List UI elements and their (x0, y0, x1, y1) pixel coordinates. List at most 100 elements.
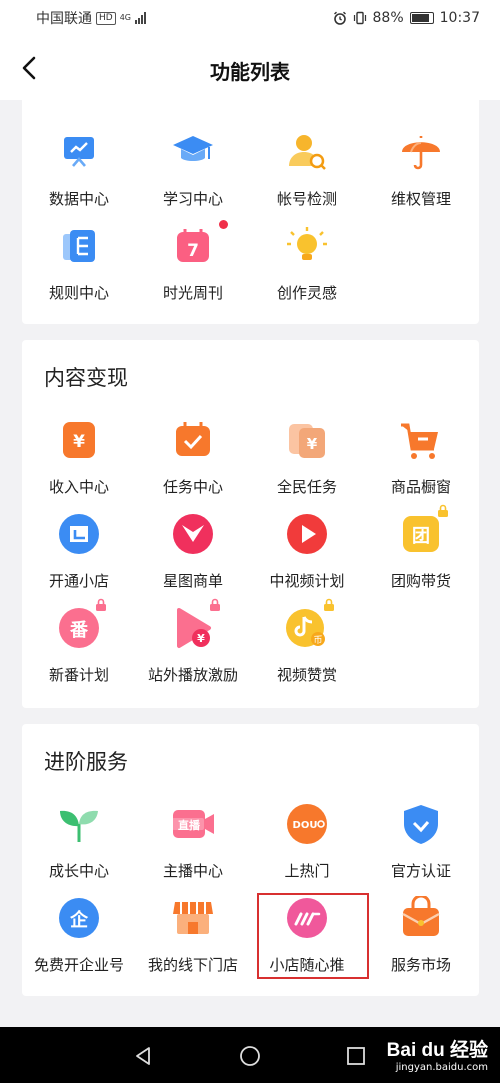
status-bar: 中国联通 HD 4G 88% 10:37 (0, 0, 500, 36)
grid-item-label: 我的线下门店 (147, 956, 238, 974)
svg-text:¥: ¥ (197, 632, 205, 645)
star-map-icon (173, 514, 213, 554)
svg-text:直播: 直播 (178, 818, 201, 832)
nav-home-icon[interactable] (239, 1045, 261, 1067)
watermark-url: jingyan.baidu.com (395, 1062, 488, 1073)
grid-item-label: 星图商单 (162, 572, 223, 590)
grid-item-time-weekly[interactable]: 7 时光周刊 (136, 220, 250, 316)
stacked-yen-icon: ¥ (289, 424, 325, 458)
grid-item-external-play-incentive[interactable]: ¥ 站外播放激励 (136, 598, 250, 698)
storefront-icon (173, 902, 213, 934)
grid-item-new-anime-plan[interactable]: 番 新番计划 (22, 598, 136, 698)
live-streamer-icon: 直播 (172, 810, 214, 838)
grid-item-label: 任务中心 (162, 478, 223, 496)
grid-item-label: 成长中心 (48, 862, 109, 880)
grid-item-rules-center[interactable]: 规则中心 (22, 224, 136, 316)
dou-plus-icon: DOU (287, 804, 327, 844)
grid-item-label: 时光周刊 (162, 284, 223, 302)
sprout-icon (60, 810, 98, 842)
lock-icon (210, 598, 220, 611)
calendar-7-icon: 7 (177, 229, 209, 262)
grid-item-label: 中视频计划 (269, 572, 345, 590)
network-type: 4G (119, 13, 131, 22)
grid-item-label: 站外播放激励 (147, 666, 238, 684)
grid-item-label: 创作灵感 (276, 284, 337, 302)
enterprise-icon: 企 (59, 898, 99, 938)
grid-item-label: 团购带货 (390, 572, 451, 590)
income-yen-icon: ¥ (63, 422, 95, 458)
svg-text:企: 企 (69, 909, 89, 931)
status-right: 88% 10:37 (333, 10, 480, 26)
nav-back-icon[interactable] (132, 1045, 154, 1067)
watermark: Bai du 经验 jingyan.baidu.com (387, 1035, 488, 1073)
signal-icon (135, 12, 146, 24)
grid-item-product-showcase[interactable]: 商品橱窗 (364, 418, 478, 510)
status-left: 中国联通 HD 4G (36, 8, 146, 28)
section-title: 进阶服务 (44, 750, 128, 774)
lock-icon (324, 598, 334, 611)
carrier-label: 中国联通 (36, 11, 92, 27)
grid-item-service-market[interactable]: 服务市场 (364, 896, 478, 988)
card-tools: 数据中心 学习中心 帐号检测 维权管理 规则中心 7 时光周刊 创作灵感 (22, 100, 479, 324)
grid-item-video-tipping[interactable]: 币 视频赞赏 (250, 598, 364, 698)
grid-item-offline-store[interactable]: 我的线下门店 (136, 896, 250, 988)
svg-text:番: 番 (69, 620, 89, 641)
grid-item-free-enterprise-account[interactable]: 企 免费开企业号 (22, 896, 136, 988)
grid-item-group-buy[interactable]: 团 团购带货 (364, 504, 478, 604)
battery-icon (409, 12, 434, 24)
task-calendar-icon (176, 422, 210, 456)
grid-item-streamer-center[interactable]: 直播 主播中心 (136, 802, 250, 894)
shopping-cart-icon (401, 423, 438, 459)
video-tip-icon: 币 (286, 609, 325, 647)
hd-badge: HD (96, 11, 116, 25)
grid-item-label: 学习中心 (162, 190, 223, 208)
grid-item-label: 官方认证 (390, 862, 451, 880)
svg-text:团: 团 (412, 526, 430, 547)
grid-item-rights-management[interactable]: 维权管理 (364, 130, 478, 222)
section-title: 内容变现 (44, 366, 128, 390)
page-title: 功能列表 (210, 60, 290, 84)
lock-icon (438, 504, 448, 517)
grid-item-account-check[interactable]: 帐号检测 (250, 130, 364, 222)
grid-item-label: 服务市场 (390, 956, 451, 974)
grid-item-label: 主播中心 (162, 862, 223, 880)
grid-item-label: 新番计划 (48, 666, 109, 684)
grid-item-learning-center[interactable]: 学习中心 (136, 130, 250, 222)
svg-text:¥: ¥ (73, 432, 85, 452)
grid-item-label: 全民任务 (276, 478, 337, 496)
grid-item-official-verification[interactable]: 官方认证 (364, 802, 478, 894)
open-shop-icon (59, 514, 99, 554)
grid-item-label: 免费开企业号 (33, 956, 124, 974)
umbrella-icon (402, 136, 440, 170)
svg-text:DOU: DOU (293, 820, 318, 831)
card-advanced-services: 进阶服务 成长中心 直播 主播中心 DOU 上热门 官方认证 企 免费开企业号 … (22, 724, 479, 996)
grid-item-growth-center[interactable]: 成长中心 (22, 802, 136, 894)
grid-item-star-map-orders[interactable]: 星图商单 (136, 512, 250, 604)
grid-item-mid-video-plan[interactable]: 中视频计划 (250, 512, 364, 604)
grid-item-label: 收入中心 (48, 478, 109, 496)
notification-dot (219, 220, 228, 229)
rules-book-icon (63, 230, 95, 262)
new-anime-icon: 番 (59, 608, 99, 648)
grid-item-label: 维权管理 (390, 190, 451, 208)
data-center-icon (64, 137, 94, 167)
svg-text:币: 币 (313, 635, 322, 646)
alarm-icon (333, 11, 346, 25)
clock: 10:37 (439, 10, 480, 26)
grid-item-label: 帐号检测 (276, 190, 337, 208)
grid-item-label: 商品橱窗 (390, 478, 451, 496)
highlight-box (257, 893, 369, 979)
service-market-icon (402, 896, 440, 936)
grid-item-public-tasks[interactable]: ¥ 全民任务 (250, 418, 364, 510)
grid-item-data-center[interactable]: 数据中心 (22, 130, 136, 222)
system-nav-bar: Bai du 经验 jingyan.baidu.com (0, 1027, 500, 1083)
nav-recent-icon[interactable] (345, 1045, 367, 1067)
grid-item-income-center[interactable]: ¥ 收入中心 (22, 418, 136, 510)
svg-text:¥: ¥ (307, 435, 318, 453)
grid-item-open-shop[interactable]: 开通小店 (22, 512, 136, 604)
grid-item-creative-inspiration[interactable]: 创作灵感 (250, 224, 364, 316)
grid-item-label: 视频赞赏 (276, 666, 337, 684)
grid-item-task-center[interactable]: 任务中心 (136, 418, 250, 510)
grid-item-label: 开通小店 (48, 572, 109, 590)
grid-item-hot-boost[interactable]: DOU 上热门 (250, 802, 364, 894)
